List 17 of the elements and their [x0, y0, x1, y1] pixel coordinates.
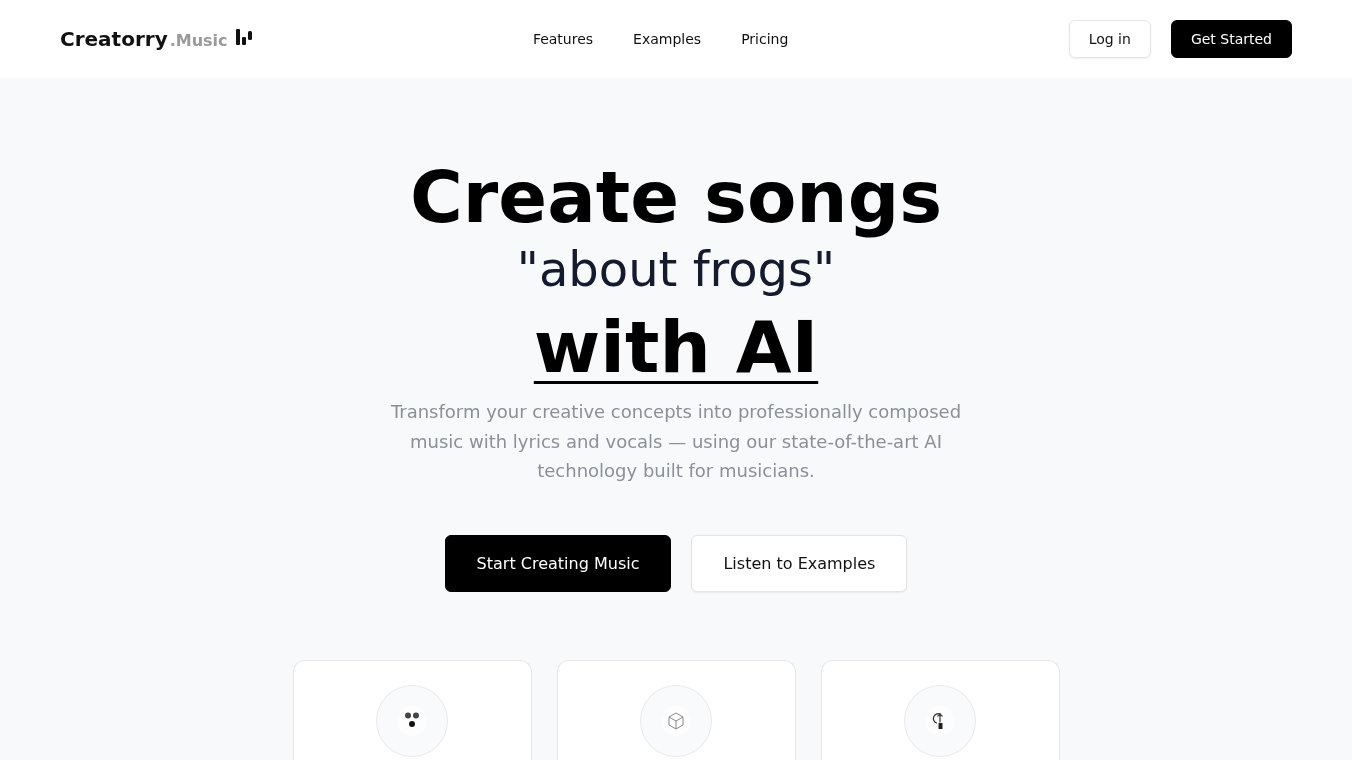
dots-icon — [376, 684, 448, 757]
cube-icon — [640, 684, 712, 757]
log-in-button[interactable]: Log in — [1068, 20, 1151, 58]
listen-examples-button[interactable]: Listen to Examples — [691, 534, 908, 592]
logo-suffix: .Music — [169, 31, 228, 50]
bars-logo-icon — [235, 29, 253, 45]
nav-link[interactable]: Pricing — [741, 31, 789, 47]
headline: Create songs — [409, 158, 943, 237]
headline-end: with AI — [533, 305, 819, 389]
start-creating-button[interactable]: Start Creating Music — [444, 534, 672, 592]
nav-link[interactable]: Examples — [633, 31, 702, 47]
get-started-button[interactable]: Get Started — [1170, 20, 1292, 58]
logo-text: Creatorry — [60, 27, 168, 51]
hero-description: Transform your creative concepts into professionally composed music with lyrics and vocals — using our state-of-the-art AI technology built for musicians. — [389, 400, 963, 483]
arrow-up-icon — [904, 684, 976, 757]
nav-link[interactable]: Features — [532, 31, 594, 47]
prompt-example: "about frogs" — [516, 240, 836, 298]
